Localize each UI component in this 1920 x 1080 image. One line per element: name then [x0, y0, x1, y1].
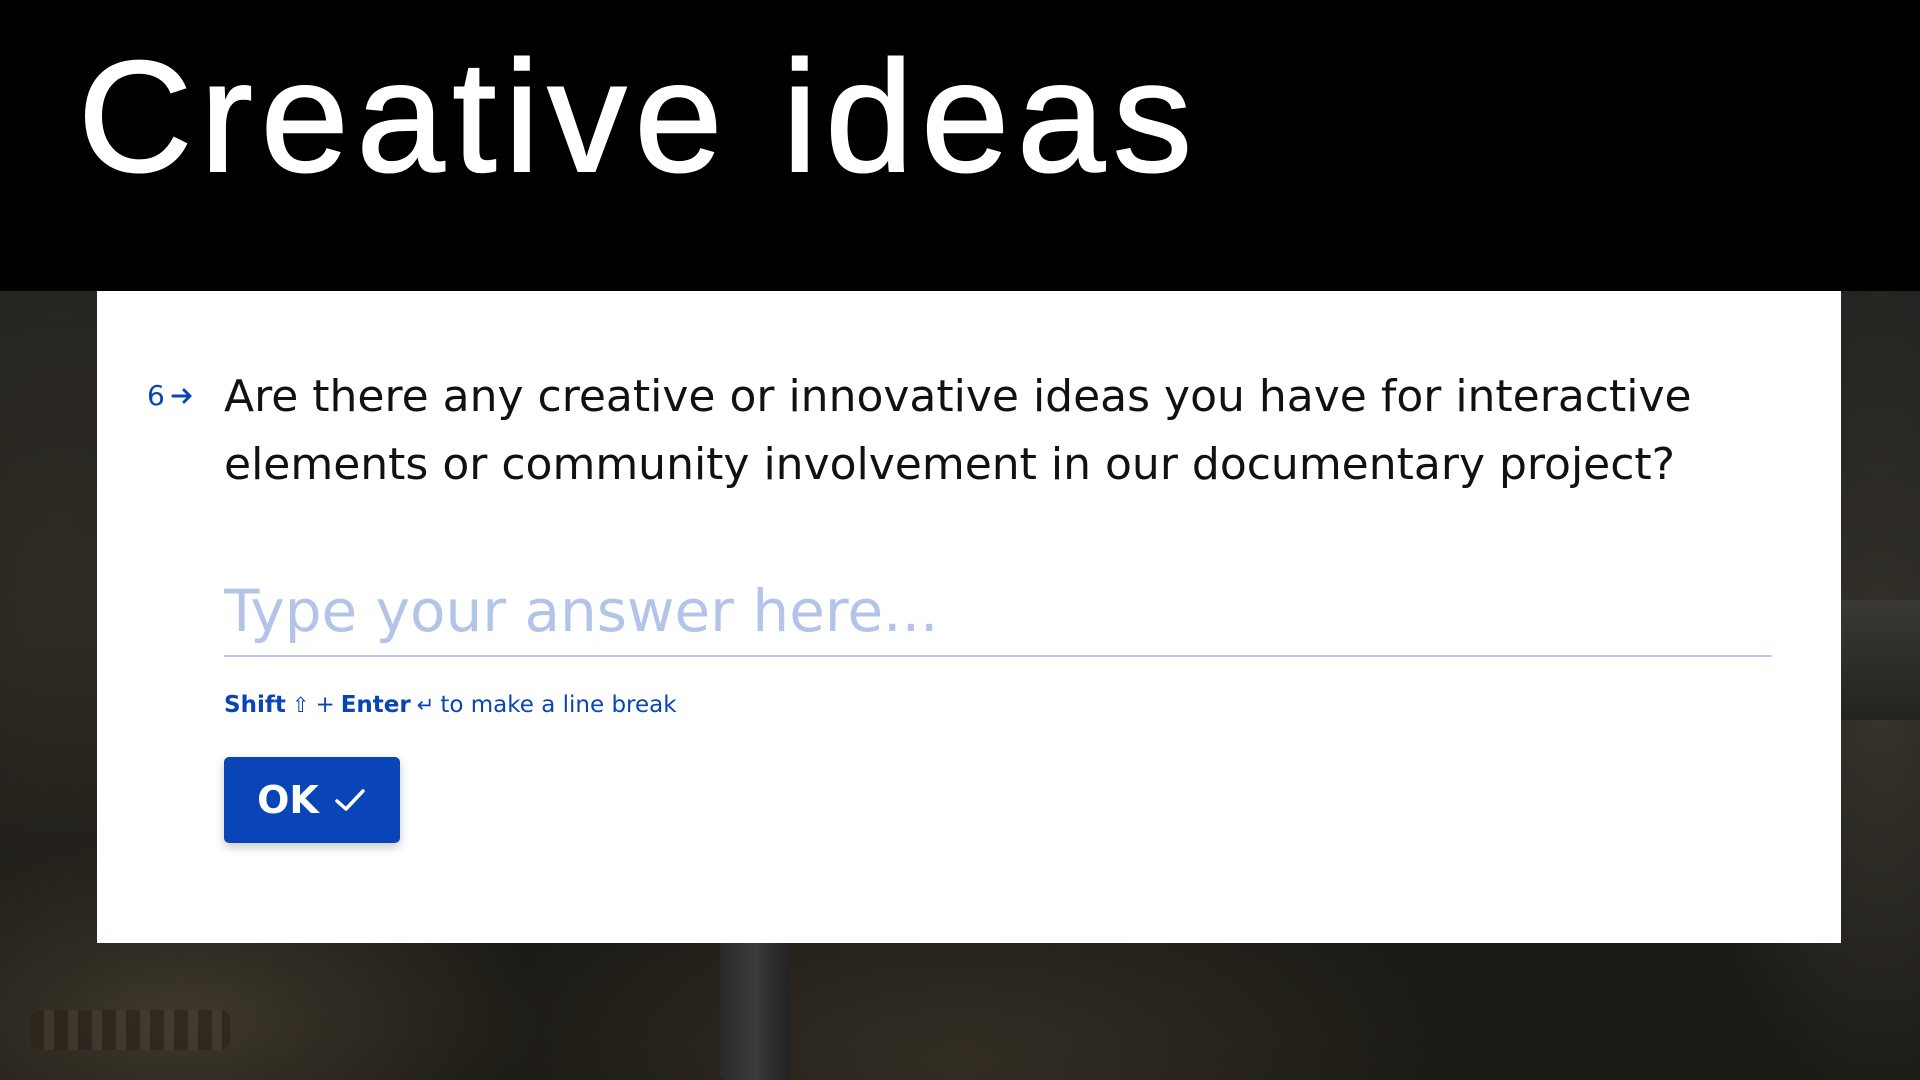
background-post	[720, 940, 790, 1080]
question-number-label: 6	[147, 379, 195, 412]
form-question-card: 6 Are there any creative or innovative i…	[97, 291, 1841, 943]
arrow-right-icon	[171, 388, 192, 403]
title-banner: Creative ideas	[0, 0, 1920, 291]
hint-shift-key: Shift	[224, 692, 286, 718]
question-text: Are there any creative or innovative ide…	[224, 371, 1692, 490]
presentation-slide: Creative ideas 6 Are there any creative …	[0, 0, 1920, 1080]
line-break-hint: Shift ⇧ + Enter ↵ to make a line break	[224, 692, 677, 718]
slide-title: Creative ideas	[77, 29, 1200, 205]
hint-suffix: to make a line break	[440, 692, 677, 718]
answer-input[interactable]	[224, 567, 1772, 657]
ok-button-label: OK	[257, 778, 319, 822]
ok-button[interactable]: OK	[224, 757, 400, 843]
checkmark-icon	[335, 789, 365, 811]
background-rocks	[30, 1010, 230, 1050]
question-number: 6	[147, 379, 165, 412]
hint-plus: +	[315, 692, 335, 718]
enter-icon: ↵	[416, 693, 435, 717]
hint-enter-key: Enter	[340, 692, 411, 718]
background-house	[1840, 600, 1920, 720]
shift-icon: ⇧	[291, 693, 310, 717]
